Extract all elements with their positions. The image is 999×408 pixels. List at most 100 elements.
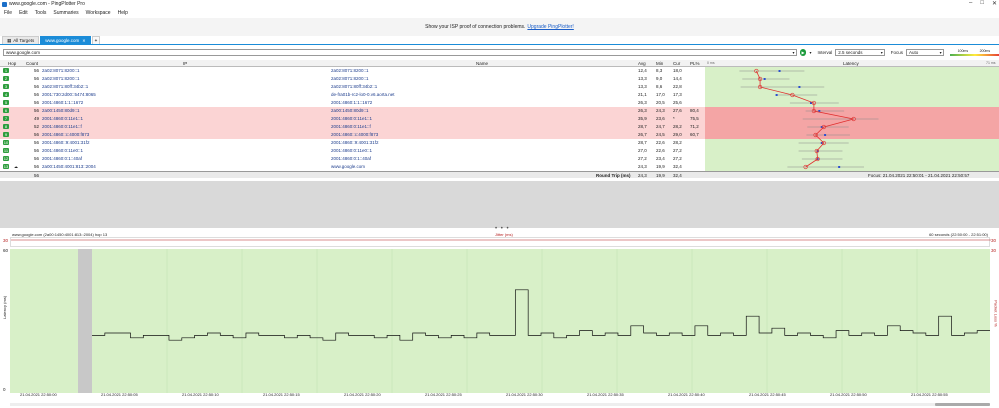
col-ip[interactable]: IP: [183, 61, 187, 66]
chevron-down-icon: ▾: [939, 49, 942, 55]
hop-avg: 21,1: [638, 91, 647, 97]
table-row[interactable]: 9 56 2001:4860::c:4000:f873 2001:4860::c:40…: [0, 131, 705, 139]
col-min[interactable]: Min: [656, 61, 663, 66]
hop-ip: 2001:4860:0:11e1::f: [42, 123, 82, 129]
scrollbar-thumb[interactable]: [935, 403, 990, 406]
current-marker: [824, 134, 827, 136]
table-row[interactable]: 10 56 2001:4860::9:4001:31f2 2001:4860::9:4…: [0, 139, 705, 147]
hop-avg: 35,9: [638, 115, 647, 121]
legend-high: 200ms: [979, 48, 991, 53]
minimize-icon[interactable]: –: [969, 0, 972, 7]
summary-row: 56 Round Trip (ms) 24,3 19,9 32,4 Focus:…: [0, 171, 999, 178]
menu-summaries[interactable]: Summaries: [53, 10, 78, 16]
plot-background: [10, 249, 990, 393]
time-tick-label: 21.04.2021 22:50:25: [425, 392, 462, 397]
hop-min: 22,6: [656, 139, 665, 145]
col-cur[interactable]: Cur: [673, 61, 680, 66]
hop-count: 49: [34, 115, 40, 121]
hop-name: 2001:4860:0:1::40af: [331, 155, 372, 161]
hop-min: 24,5: [656, 131, 665, 137]
hop-pl: 80,4: [690, 107, 699, 113]
table-row[interactable]: 4 56 2001:730:2d00::5474:8065 de-fra01b-rc2…: [0, 91, 705, 99]
hop-number: 7: [3, 115, 9, 121]
chevron-down-icon[interactable]: ▾: [793, 50, 795, 56]
hop-cur: 28,2: [673, 123, 682, 129]
hop-name: 2001:4860:1:1::1672: [331, 99, 373, 105]
hop-cur: 22,8: [673, 83, 682, 89]
time-tick-label: 21.04.2021 22:50:05: [101, 392, 138, 397]
menu-file[interactable]: File: [4, 10, 12, 16]
table-row[interactable]: 8 52 2001:4860:0:11e1::f 2001:4860:0:11e1::…: [0, 123, 705, 131]
play-dropdown-icon[interactable]: ▾: [809, 50, 811, 55]
col-name[interactable]: Name: [476, 61, 488, 66]
menu-help[interactable]: Help: [118, 10, 128, 16]
hop-ip: 2a02:8071:8200::1: [42, 67, 80, 73]
table-row[interactable]: 12 56 2001:4860:0:1::40af 2001:4860:0:1::40…: [0, 155, 705, 163]
hop-number: 5: [3, 99, 9, 105]
hop-cur: 18,0: [673, 67, 682, 73]
hop-ip: 2001:4860::c:4000:f873: [42, 131, 90, 137]
hop-ip: 2001:4860:1:1::1672: [42, 99, 84, 105]
table-row[interactable]: 5 56 2001:4860:1:1::1672 2001:4860:1:1::167…: [0, 99, 705, 107]
hop-min: 23,6: [656, 115, 665, 121]
title-bar: www.google.com - PingPlotter Pro – □ ✕: [0, 0, 999, 8]
table-row[interactable]: 1 56 2a02:8071:8200::1 2a02:8071:8200::1 12,…: [0, 67, 705, 75]
col-hop[interactable]: Hop: [8, 61, 16, 66]
legend-low: 100ms: [957, 48, 969, 53]
time-tick-label: 21.04.2021 22:50:35: [587, 392, 624, 397]
hop-count: 56: [34, 91, 40, 97]
table-row[interactable]: 11 56 2001:4860:0:11e0::1 2001:4860:0:11e0:…: [0, 147, 705, 155]
close-icon[interactable]: ✕: [992, 0, 997, 7]
col-pl[interactable]: PL%: [690, 61, 700, 66]
summary-avg: 24,3: [638, 173, 647, 178]
current-marker: [778, 70, 781, 72]
hop-min: 17,0: [656, 91, 665, 97]
table-row[interactable]: 13 56 2a00:1450:4001:813::2004 www.google.c…: [0, 163, 705, 171]
focus-select[interactable]: Auto ▾: [905, 48, 944, 56]
menu-workspace[interactable]: Workspace: [86, 10, 111, 16]
table-row[interactable]: 7 49 2001:4860:0:11e1::1 2001:4860:0:11e1::…: [0, 115, 705, 123]
hop-name: 2a02:8071:8200::1: [331, 67, 369, 73]
hop-ip: 2001:4860:0:11e1::1: [42, 115, 83, 121]
hop-table: Hop Count IP Name Avg Min Cur PL% 0 ms L…: [0, 60, 999, 181]
time-tick-label: 21.04.2021 22:50:30: [506, 392, 543, 397]
window-title: www.google.com - PingPlotter Pro: [9, 1, 85, 7]
hop-cur: 32,4: [673, 163, 682, 169]
y-min: 0: [3, 387, 6, 392]
lat-max-label: 71 ms: [986, 61, 996, 65]
hop-ip: 2a02:8071:80ff:34b2::1: [42, 83, 89, 89]
hop-min: 19,9: [656, 163, 665, 169]
target-input[interactable]: www.google.com ▾: [3, 48, 797, 56]
hop-name: www.google.com: [331, 163, 366, 169]
menu-edit[interactable]: Edit: [19, 10, 28, 16]
close-tab-icon[interactable]: ✕: [82, 38, 85, 43]
play-button[interactable]: ▶: [799, 48, 807, 56]
table-row[interactable]: 6 56 2a00:1450:80d9::1 2a00:1450:80d9::1 26,…: [0, 107, 705, 115]
timeline-scrollbar[interactable]: [10, 403, 990, 406]
time-tick-label: 21.04.2021 22:50:00: [20, 392, 57, 397]
hop-number: 12: [3, 155, 9, 161]
table-row[interactable]: 3 56 2a02:8071:80ff:34b2::1 2a02:8071:80ff:…: [0, 83, 705, 91]
loss-max: 30: [990, 248, 996, 253]
interval-select[interactable]: 2.5 seconds ▾: [835, 48, 885, 56]
hop-count: 56: [34, 139, 40, 145]
maximize-icon[interactable]: □: [980, 0, 984, 7]
add-tab-button[interactable]: +: [91, 36, 101, 44]
hop-name: 2a00:1450:80d9::1: [331, 107, 369, 113]
hop-number: 8: [3, 123, 9, 129]
menu-tools[interactable]: Tools: [35, 10, 47, 16]
col-count[interactable]: Count: [26, 61, 38, 66]
latency-line-chart: [10, 249, 990, 393]
hop-number: 9: [3, 131, 9, 137]
promo-banner: Show your ISP proof of connection proble…: [0, 18, 999, 36]
hop-min: 8,6: [656, 83, 663, 89]
hop-ip: 2a00:1450:80d9::1: [42, 107, 80, 113]
col-latency[interactable]: Latency: [843, 61, 859, 66]
tab-all-targets[interactable]: ▦ All Targets: [2, 36, 40, 44]
hop-ip: 2001:4860:0:11e0::1: [42, 147, 83, 153]
table-row[interactable]: 2 56 2a02:8071:8200::1 2a02:8071:8200::1 13,…: [0, 75, 705, 83]
upgrade-link[interactable]: Upgrade PingPlotter!: [527, 24, 573, 30]
tab-google[interactable]: www.google.com ✕: [40, 36, 91, 44]
col-avg[interactable]: Avg: [638, 61, 646, 66]
empty-area: [0, 181, 999, 228]
